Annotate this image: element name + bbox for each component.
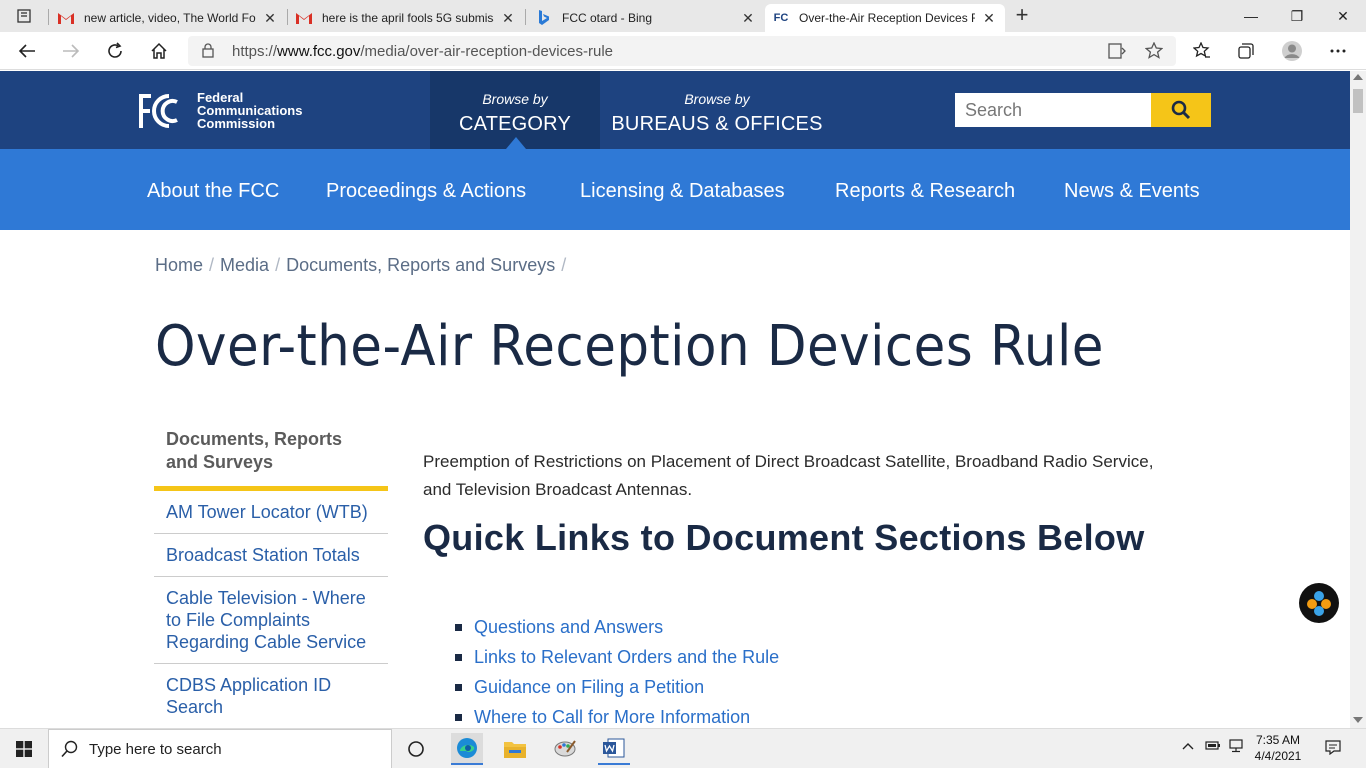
notifications-icon[interactable] bbox=[1325, 739, 1341, 758]
restore-icon[interactable]: ❐ bbox=[1274, 0, 1320, 32]
tab-actions-icon[interactable] bbox=[8, 6, 40, 26]
breadcrumb-documents[interactable]: Documents, Reports and Surveys bbox=[286, 255, 555, 275]
nav-about[interactable]: About the FCC bbox=[147, 180, 279, 203]
screen: new article, video, The World Fo ✕ here … bbox=[0, 0, 1366, 768]
new-tab-button[interactable]: + bbox=[1010, 4, 1034, 28]
quick-link[interactable]: Questions and Answers bbox=[454, 612, 779, 642]
close-tab-icon[interactable]: ✕ bbox=[981, 10, 997, 27]
search-icon bbox=[61, 740, 79, 763]
file-explorer-icon[interactable] bbox=[499, 733, 531, 765]
scroll-up-icon[interactable] bbox=[1353, 74, 1363, 80]
site-header: Federal Communications Commission Browse… bbox=[0, 71, 1350, 149]
fcc-favicon-icon: FC bbox=[773, 12, 789, 24]
browser-tab[interactable]: FCC otard - Bing ✕ bbox=[528, 4, 764, 32]
favorites-icon[interactable] bbox=[1189, 38, 1215, 64]
main-nav: About the FCC Proceedings & Actions Lice… bbox=[0, 149, 1350, 230]
scroll-thumb[interactable] bbox=[1353, 89, 1363, 113]
quick-link[interactable]: Links to Relevant Orders and the Rule bbox=[454, 642, 779, 672]
paint-app-icon[interactable] bbox=[549, 733, 581, 765]
more-options-icon[interactable] bbox=[1325, 38, 1351, 64]
address-bar-row: https://www.fcc.gov/media/over-air-recep… bbox=[0, 32, 1366, 70]
close-window-icon[interactable]: ✕ bbox=[1320, 0, 1366, 32]
breadcrumb-media[interactable]: Media bbox=[220, 255, 269, 275]
clock-date: 4/4/2021 bbox=[1254, 749, 1302, 763]
fcc-logo-mark-icon bbox=[139, 93, 178, 128]
widget-icon bbox=[1307, 591, 1331, 616]
site-search-input[interactable] bbox=[955, 93, 1151, 127]
show-hidden-icons[interactable] bbox=[1182, 739, 1194, 753]
browser-tab-active[interactable]: FC Over-the-Air Reception Devices R ✕ bbox=[765, 4, 1005, 32]
logo-line: Commission bbox=[197, 116, 276, 131]
back-button[interactable] bbox=[14, 38, 40, 64]
taskbar-clock[interactable]: 7:35 AM 4/4/2021 bbox=[1248, 732, 1308, 764]
sidebar-heading[interactable]: Documents, Reports and Surveys bbox=[154, 428, 388, 491]
page-title: Over-the-Air Reception Devices Rule bbox=[155, 314, 1104, 379]
minimize-icon[interactable]: — bbox=[1228, 0, 1274, 32]
search-button[interactable] bbox=[1151, 93, 1211, 127]
sidebar-item[interactable]: Broadcast Station Totals bbox=[154, 534, 388, 577]
sidebar-item[interactable]: Cable Television - Where to File Complai… bbox=[154, 577, 388, 664]
browse-by-bureaus[interactable]: Browse by BUREAUS & OFFICES bbox=[608, 71, 826, 149]
floating-widget-button[interactable] bbox=[1299, 583, 1339, 623]
page-scrollbar[interactable] bbox=[1350, 71, 1366, 728]
windows-logo-icon bbox=[16, 741, 32, 757]
browser-tab-strip: new article, video, The World Fo ✕ here … bbox=[0, 0, 1366, 32]
gmail-icon bbox=[296, 10, 312, 26]
nav-proceedings[interactable]: Proceedings & Actions bbox=[326, 180, 526, 203]
start-button[interactable] bbox=[0, 729, 48, 768]
browser-tab[interactable]: here is the april fools 5G submiss ✕ bbox=[288, 4, 524, 32]
breadcrumb: Home / Media / Documents, Reports and Survey… bbox=[155, 255, 567, 275]
browser-tab[interactable]: new article, video, The World Fo ✕ bbox=[50, 4, 286, 32]
quick-links-list: Questions and Answers Links to Relevant … bbox=[454, 612, 779, 732]
refresh-button[interactable] bbox=[102, 38, 128, 64]
read-aloud-icon[interactable] bbox=[1108, 43, 1126, 64]
gmail-icon bbox=[58, 10, 74, 26]
active-category-caret bbox=[506, 137, 526, 149]
lock-icon bbox=[202, 43, 214, 63]
add-favorite-icon[interactable] bbox=[1144, 41, 1164, 65]
clock-time: 7:35 AM bbox=[1255, 733, 1301, 747]
collections-icon[interactable] bbox=[1233, 38, 1259, 64]
fcc-logo[interactable]: Federal Communications Commission bbox=[137, 91, 302, 130]
task-view-icon[interactable] bbox=[400, 733, 432, 765]
quick-links-heading: Quick Links to Document Sections Below bbox=[423, 517, 1145, 558]
sidebar-item[interactable]: AM Tower Locator (WTB) bbox=[154, 491, 388, 534]
forward-button[interactable] bbox=[58, 38, 84, 64]
close-tab-icon[interactable]: ✕ bbox=[500, 10, 516, 27]
network-icon[interactable] bbox=[1228, 739, 1244, 756]
close-tab-icon[interactable]: ✕ bbox=[740, 10, 756, 27]
intro-text: Preemption of Restrictions on Placement … bbox=[423, 452, 1154, 499]
profile-avatar[interactable] bbox=[1279, 38, 1305, 64]
taskbar-search[interactable]: Type here to search bbox=[48, 729, 392, 768]
sidebar: Documents, Reports and Surveys AM Tower … bbox=[154, 428, 388, 728]
word-app-icon[interactable] bbox=[598, 733, 630, 765]
edge-browser-icon[interactable] bbox=[451, 733, 483, 765]
bing-icon bbox=[536, 10, 552, 26]
scroll-down-icon[interactable] bbox=[1353, 717, 1363, 723]
nav-licensing[interactable]: Licensing & Databases bbox=[580, 180, 785, 203]
nav-news[interactable]: News & Events bbox=[1064, 180, 1200, 203]
breadcrumb-home[interactable]: Home bbox=[155, 255, 203, 275]
close-tab-icon[interactable]: ✕ bbox=[262, 10, 278, 27]
url-text: https://www.fcc.gov/media/over-air-recep… bbox=[232, 43, 613, 60]
windows-taskbar: Type here to search 7:35 AM 4/4/2021 bbox=[0, 728, 1366, 768]
battery-icon[interactable] bbox=[1205, 739, 1221, 754]
search-icon bbox=[1171, 100, 1191, 120]
home-button[interactable] bbox=[146, 38, 172, 64]
url-field[interactable]: https://www.fcc.gov/media/over-air-recep… bbox=[188, 36, 1176, 66]
sidebar-item[interactable]: CDBS Application ID Search bbox=[154, 664, 388, 728]
nav-reports[interactable]: Reports & Research bbox=[835, 180, 1015, 203]
quick-link[interactable]: Guidance on Filing a Petition bbox=[454, 672, 779, 702]
